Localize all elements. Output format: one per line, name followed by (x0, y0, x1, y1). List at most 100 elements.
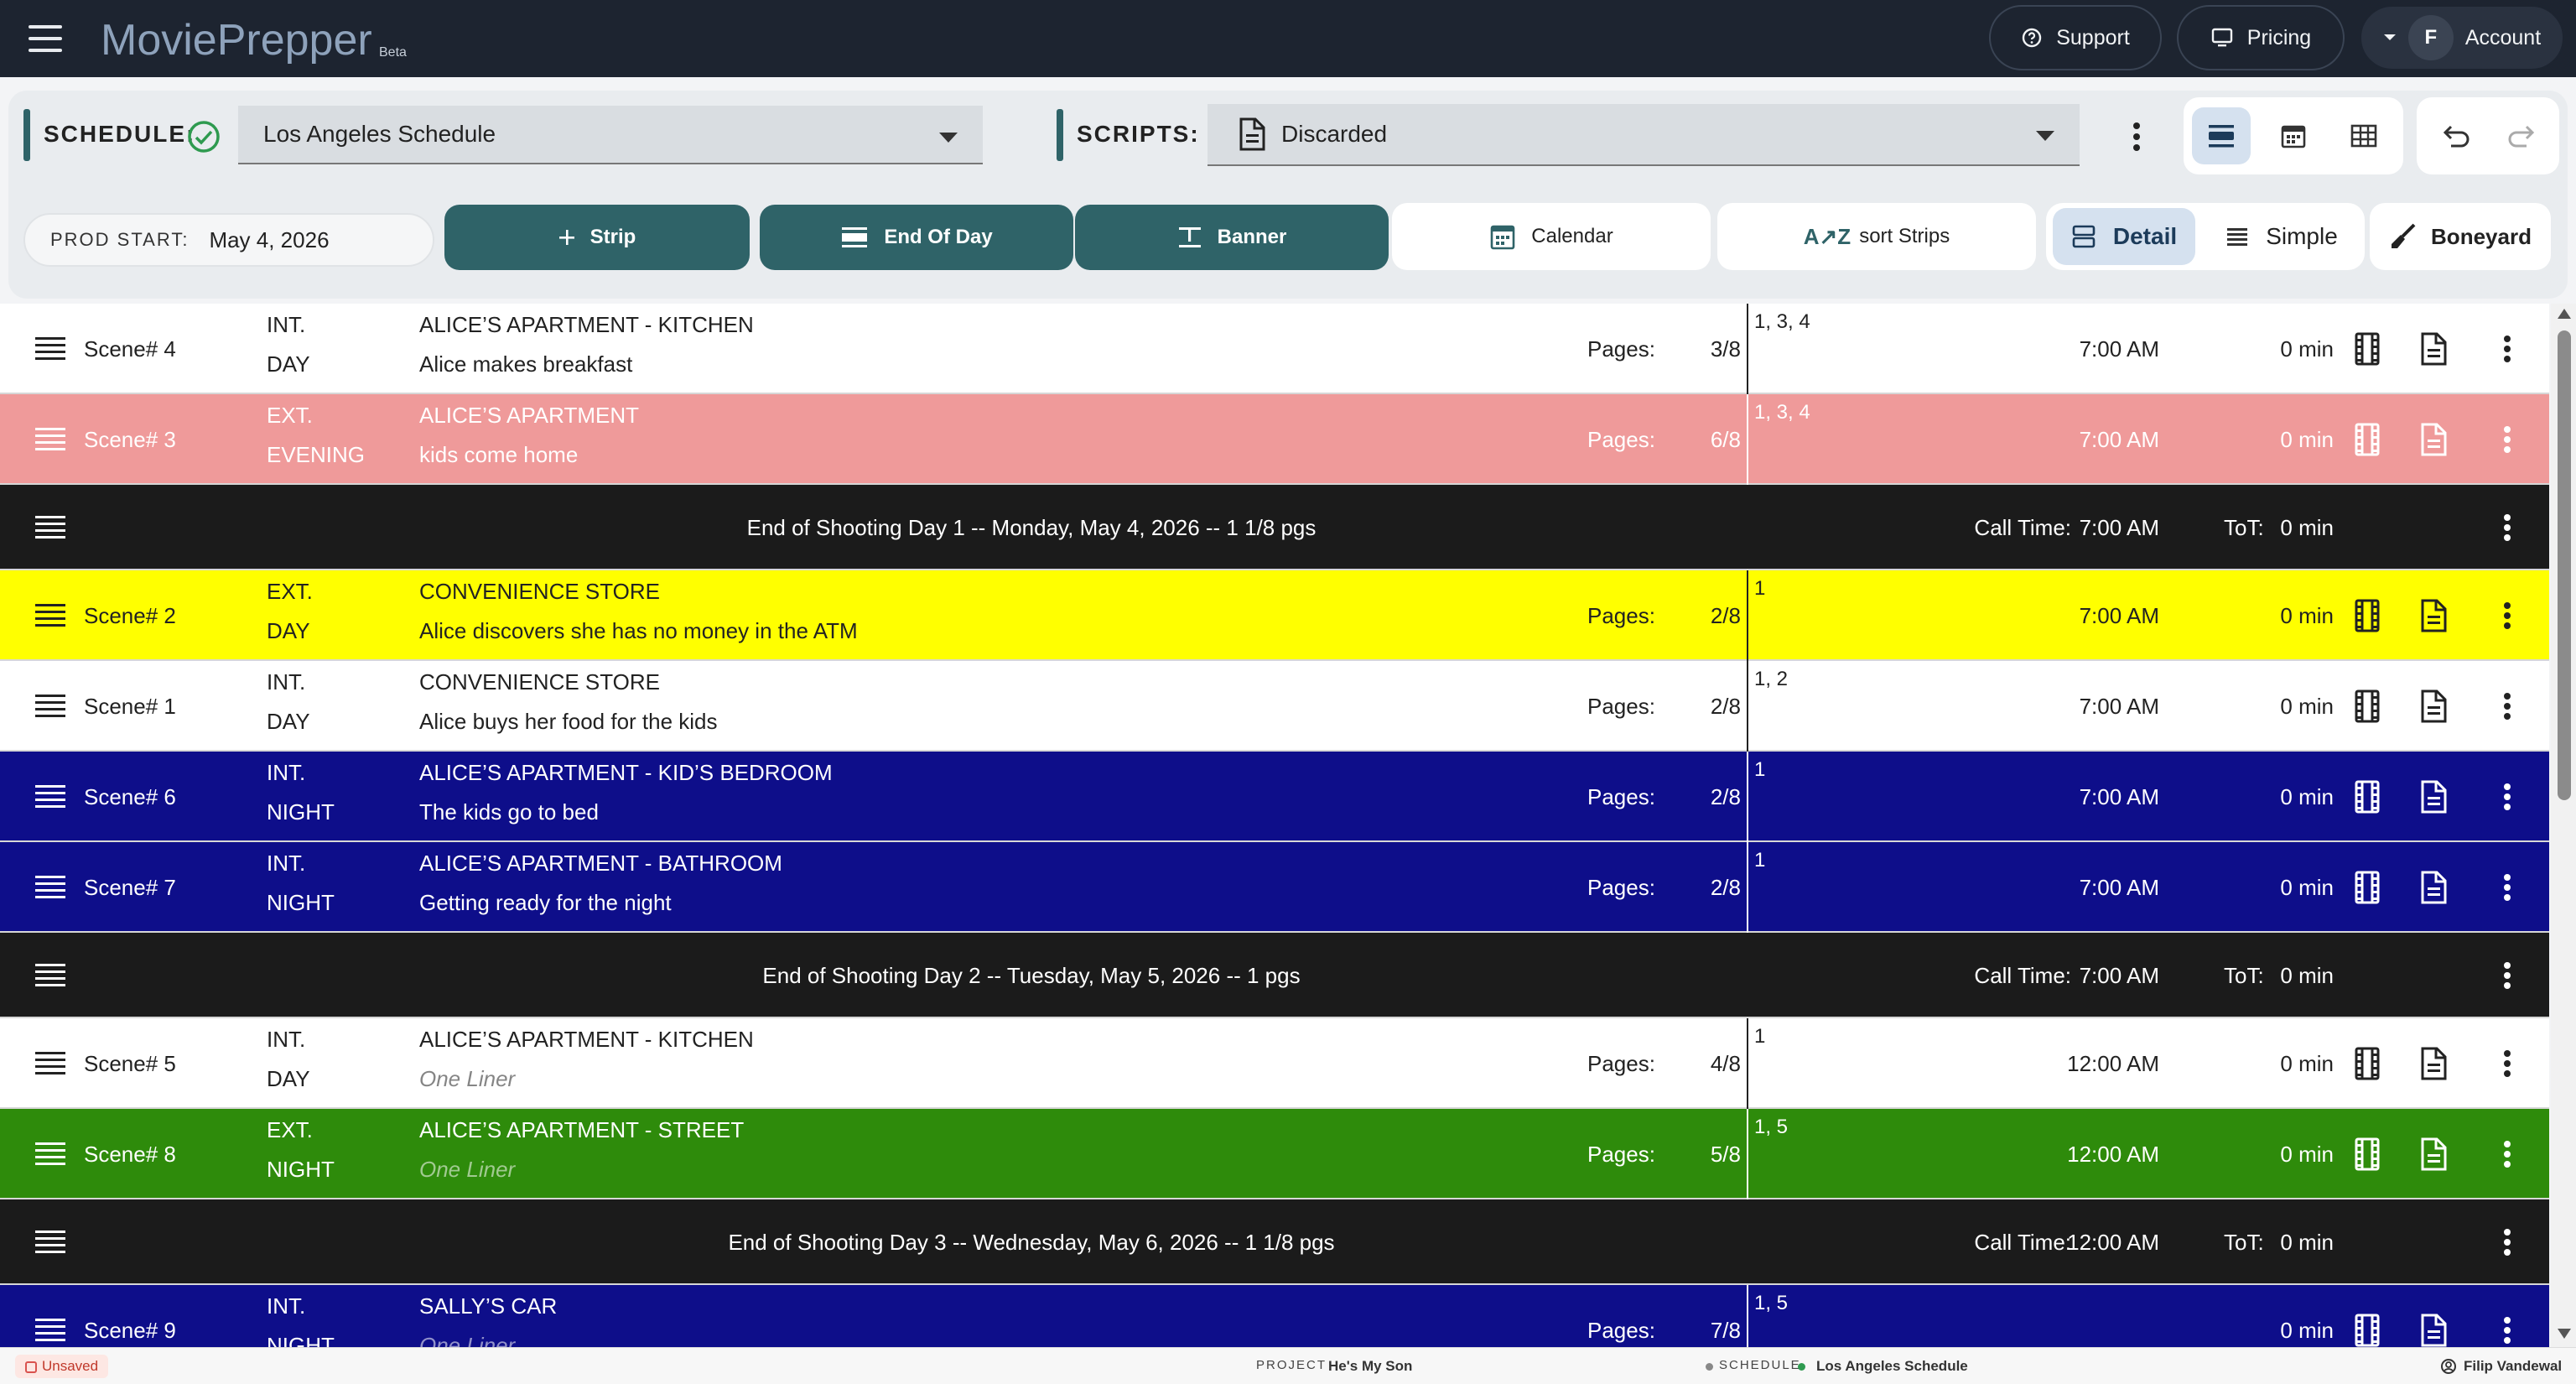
calendar-icon[interactable] (2264, 107, 2323, 164)
scene-strip[interactable]: Scene# 6 INT. NIGHT ALICE’S APARTMENT - … (0, 752, 2549, 842)
scene-description[interactable]: One Liner (419, 1333, 515, 1347)
more-vertical-icon[interactable] (2495, 1136, 2520, 1173)
add-strip-button[interactable]: Strip (444, 205, 750, 270)
sort-strips-button[interactable]: A↗Z sort Strips (1717, 203, 2036, 270)
drag-handle-icon[interactable] (35, 337, 65, 361)
drag-handle-icon[interactable] (35, 1319, 65, 1342)
scene-strip[interactable]: Scene# 2 EXT. DAY CONVENIENCE STORE Alic… (0, 570, 2549, 661)
end-of-day-label: End Of Day (884, 226, 993, 248)
document-icon[interactable] (2417, 778, 2450, 815)
scene-strip[interactable]: Scene# 1 INT. DAY CONVENIENCE STORE Alic… (0, 661, 2549, 752)
schedule-select[interactable]: Los Angeles Schedule (238, 106, 983, 164)
document-icon[interactable] (2417, 597, 2450, 634)
redo-icon[interactable] (2492, 107, 2549, 164)
add-end-of-day-button[interactable]: End Of Day (760, 205, 1073, 270)
film-icon[interactable] (2350, 421, 2384, 458)
call-time: 7:00 AM (2079, 603, 2159, 628)
pages-label: Pages: (1587, 875, 1655, 900)
undo-icon[interactable] (2428, 107, 2485, 164)
pages-value: 3/8 (1710, 336, 1741, 362)
film-icon[interactable] (2350, 1312, 2384, 1347)
scene-location: ALICE’S APARTMENT - KITCHEN (419, 312, 754, 337)
strip-view-icon[interactable] (2192, 107, 2251, 164)
more-vertical-icon[interactable] (2122, 116, 2152, 158)
app-logo[interactable]: MoviePrepper Beta (94, 7, 429, 65)
boneyard-button[interactable]: Boneyard (2370, 203, 2551, 270)
add-banner-button[interactable]: Banner (1075, 205, 1389, 270)
end-of-day-strip[interactable]: End of Shooting Day 2 -- Tuesday, May 5,… (0, 933, 2549, 1018)
scene-location: CONVENIENCE STORE (419, 579, 661, 604)
scene-description[interactable]: One Liner (419, 1157, 515, 1183)
document-icon[interactable] (2417, 1312, 2450, 1347)
menu-icon[interactable] (29, 25, 62, 52)
more-vertical-icon[interactable] (2495, 1045, 2520, 1082)
prod-start-label: PROD START: (50, 229, 190, 250)
int-ext: EXT. (267, 403, 313, 428)
scroll-up-icon[interactable] (2558, 309, 2571, 319)
support-button[interactable]: Support (1989, 5, 2162, 70)
end-of-day-strip[interactable]: End of Shooting Day 1 -- Monday, May 4, … (0, 485, 2549, 570)
film-icon[interactable] (2350, 330, 2384, 367)
film-icon[interactable] (2350, 1136, 2384, 1173)
cast-ids: 1, 5 (1754, 1292, 1789, 1314)
document-icon[interactable] (2417, 330, 2450, 367)
scene-strip[interactable]: Scene# 9 INT. NIGHT SALLY’S CAR One Line… (0, 1285, 2549, 1347)
scroll-down-icon[interactable] (2558, 1329, 2571, 1339)
drag-handle-icon[interactable] (35, 1142, 65, 1166)
scene-strip[interactable]: Scene# 4 INT. DAY ALICE’S APARTMENT - KI… (0, 304, 2549, 394)
scene-description[interactable]: Getting ready for the night (419, 890, 672, 916)
drag-handle-icon[interactable] (35, 785, 65, 809)
document-icon[interactable] (2417, 688, 2450, 725)
scene-description[interactable]: kids come home (419, 442, 578, 468)
more-vertical-icon[interactable] (2495, 688, 2520, 725)
film-icon[interactable] (2350, 597, 2384, 634)
scroll-thumb[interactable] (2558, 330, 2571, 800)
scene-strip[interactable]: Scene# 3 EXT. EVENING ALICE’S APARTMENT … (0, 394, 2549, 485)
scripts-select[interactable]: Discarded (1208, 104, 2080, 166)
calendar-button[interactable]: Calendar (1392, 203, 1711, 270)
scene-strip[interactable]: Scene# 7 INT. NIGHT ALICE’S APARTMENT - … (0, 842, 2549, 933)
scene-description[interactable]: One Liner (419, 1066, 515, 1092)
drag-handle-icon[interactable] (35, 876, 65, 899)
film-icon[interactable] (2350, 869, 2384, 906)
prod-start-field[interactable]: PROD START: May 4, 2026 (23, 213, 434, 267)
film-icon[interactable] (2350, 778, 2384, 815)
document-icon[interactable] (2417, 1136, 2450, 1173)
more-vertical-icon[interactable] (2495, 1224, 2520, 1261)
drag-handle-icon[interactable] (35, 695, 65, 718)
unsaved-badge: Unsaved (15, 1355, 109, 1378)
more-vertical-icon[interactable] (2495, 957, 2520, 994)
more-vertical-icon[interactable] (2495, 330, 2520, 367)
end-of-day-strip[interactable]: End of Shooting Day 3 -- Wednesday, May … (0, 1199, 2549, 1285)
drag-handle-icon[interactable] (35, 428, 65, 451)
account-button[interactable]: F Account (2360, 5, 2564, 70)
more-vertical-icon[interactable] (2495, 509, 2520, 546)
drag-handle-icon[interactable] (35, 1052, 65, 1075)
board-scrollbar[interactable] (2551, 304, 2576, 1347)
chevron-down-icon (2036, 131, 2054, 141)
more-vertical-icon[interactable] (2495, 778, 2520, 815)
more-vertical-icon[interactable] (2495, 869, 2520, 906)
schedule-key: SCHEDULE (1719, 1358, 1801, 1372)
more-vertical-icon[interactable] (2495, 597, 2520, 634)
scene-description[interactable]: Alice makes breakfast (419, 351, 632, 377)
simple-mode-button[interactable]: Simple (2205, 208, 2358, 265)
scene-description[interactable]: Alice buys her food for the kids (419, 709, 718, 735)
film-icon[interactable] (2350, 1045, 2384, 1082)
drag-handle-icon[interactable] (35, 604, 65, 627)
grid-icon[interactable] (2334, 107, 2393, 164)
pricing-button[interactable]: Pricing (2177, 5, 2345, 70)
document-icon[interactable] (2417, 1045, 2450, 1082)
more-vertical-icon[interactable] (2495, 1312, 2520, 1347)
pages-value: 2/8 (1710, 694, 1741, 719)
film-icon[interactable] (2350, 688, 2384, 725)
scene-description[interactable]: Alice discovers she has no money in the … (419, 618, 858, 644)
scene-description[interactable]: The kids go to bed (419, 799, 599, 825)
scene-strip[interactable]: Scene# 8 EXT. NIGHT ALICE’S APARTMENT - … (0, 1109, 2549, 1199)
more-vertical-icon[interactable] (2495, 421, 2520, 458)
document-icon[interactable] (2417, 869, 2450, 906)
document-icon[interactable] (2417, 421, 2450, 458)
detail-mode-button[interactable]: Detail (2053, 208, 2195, 265)
call-time: 12:00 AM (2067, 1230, 2159, 1255)
scene-strip[interactable]: Scene# 5 INT. DAY ALICE’S APARTMENT - KI… (0, 1018, 2549, 1109)
